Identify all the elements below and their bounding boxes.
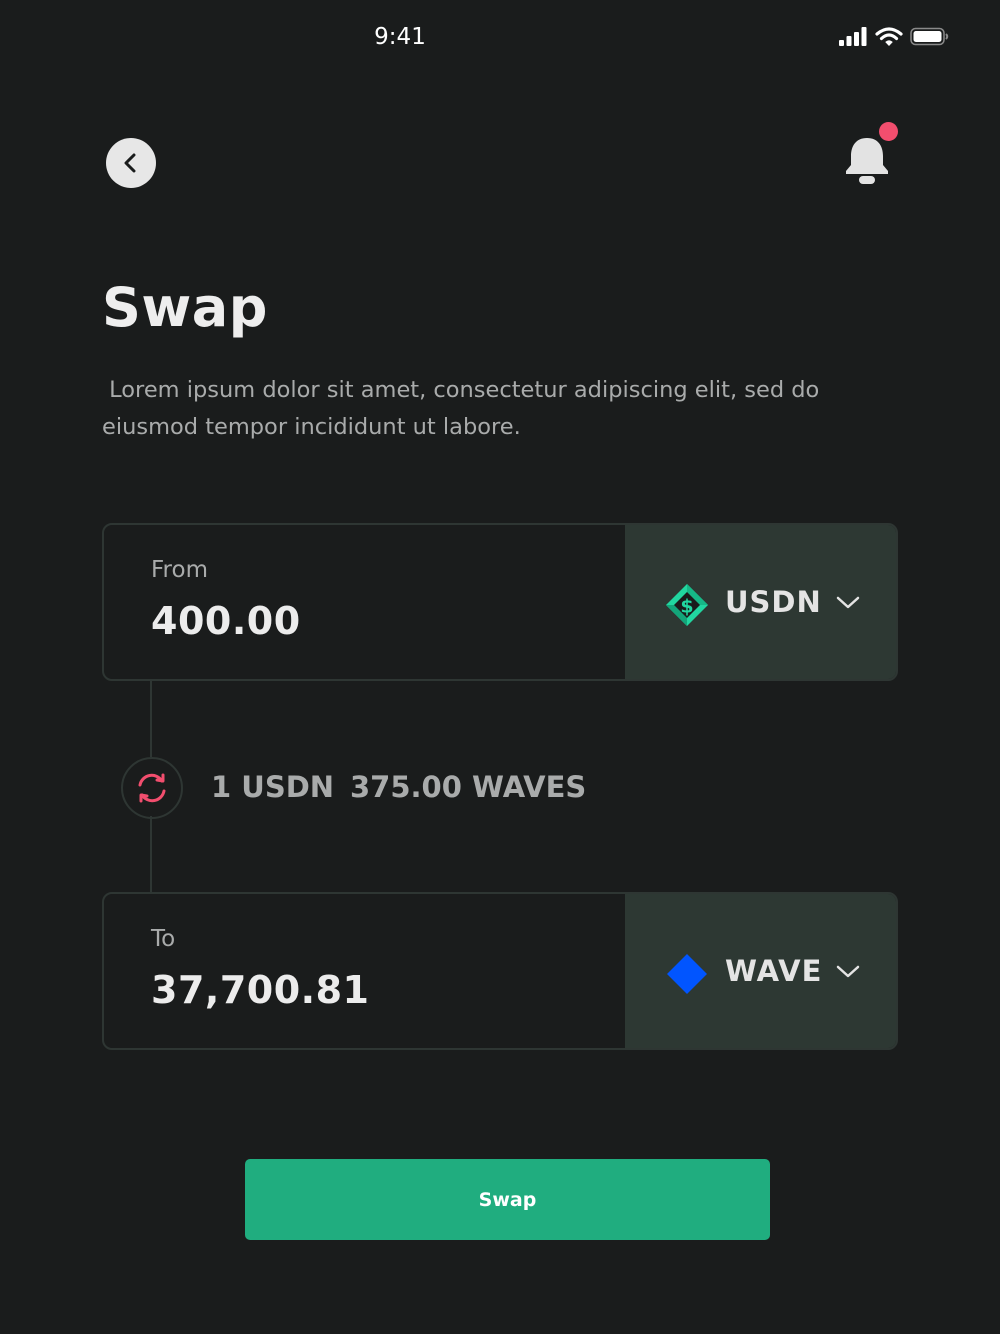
page-title: Swap	[102, 276, 268, 339]
to-amount-input[interactable]: 37,700.81	[151, 968, 369, 1012]
refresh-swap-icon	[138, 773, 166, 803]
to-token-select[interactable]: WAVE	[625, 894, 896, 1048]
from-token-select[interactable]: $ USDN	[625, 525, 896, 679]
connector-line-top	[150, 681, 152, 757]
svg-text:$: $	[680, 596, 693, 618]
status-bar: 9:41	[0, 0, 1000, 80]
back-button[interactable]	[106, 138, 156, 188]
from-token-name: USDN	[725, 585, 822, 619]
from-amount-input[interactable]: 400.00	[151, 599, 301, 643]
to-label: To	[151, 926, 176, 952]
cellular-signal-icon	[839, 27, 867, 46]
status-time: 9:41	[374, 24, 426, 50]
status-icons	[838, 26, 950, 50]
bell-icon	[846, 138, 888, 184]
to-token-name: WAVE	[725, 954, 823, 988]
to-card: To 37,700.81 WAVE	[102, 892, 898, 1050]
from-card: From 400.00 $ USDN	[102, 523, 898, 681]
chevron-down-icon	[836, 596, 860, 609]
chevron-left-icon	[124, 153, 136, 173]
wifi-icon	[875, 27, 903, 46]
connector-line-bottom	[150, 816, 152, 892]
swap-direction-button[interactable]	[121, 757, 183, 819]
notification-badge	[879, 122, 898, 141]
exchange-rate-to: 375.00 WAVES	[350, 770, 587, 804]
usdn-dollar-diamond-icon: $	[666, 584, 708, 626]
waves-diamond-icon	[667, 954, 707, 994]
page-subtitle: Lorem ipsum dolor sit amet, consectetur …	[102, 377, 820, 440]
battery-icon	[910, 27, 949, 46]
notification-button[interactable]	[838, 118, 904, 192]
from-label: From	[151, 557, 208, 583]
swap-button[interactable]: Swap	[245, 1159, 770, 1240]
chevron-down-icon	[836, 965, 860, 978]
exchange-rate-from: 1 USDN	[211, 770, 335, 804]
